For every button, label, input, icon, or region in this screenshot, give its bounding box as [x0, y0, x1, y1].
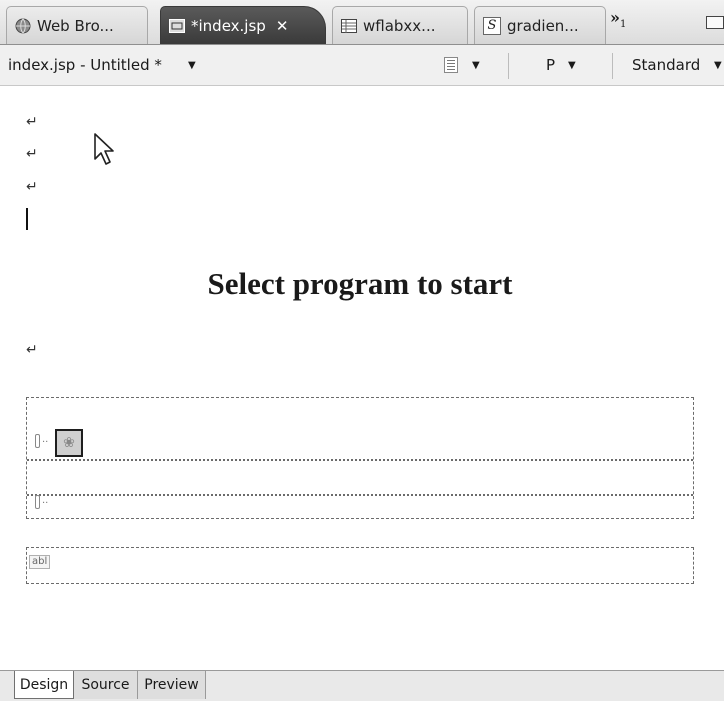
view-mode-select[interactable]: Standard — [632, 56, 700, 74]
text-input-placeholder[interactable]: abl — [29, 555, 51, 569]
s-file-icon: S — [483, 16, 501, 35]
document-title: index.jsp - Untitled * — [8, 56, 162, 74]
design-canvas[interactable]: ↵ ↵ ↵ Select program to start ↵ ·· ❀ ·· … — [0, 86, 724, 670]
tab-index-jsp[interactable]: *index.jsp ✕ — [160, 6, 326, 44]
maximize-icon[interactable] — [706, 16, 724, 29]
form-container[interactable]: ·· ❀ ·· — [26, 397, 694, 519]
chevron-down-icon[interactable]: ▼ — [472, 60, 480, 71]
tab-design[interactable]: Design — [14, 671, 74, 699]
overflow-count: 1 — [620, 19, 627, 31]
tab-label: gradien... — [507, 16, 579, 35]
tab-gradient[interactable]: S gradien... — [474, 6, 606, 44]
tab-preview[interactable]: Preview — [138, 671, 206, 699]
chevron-down-icon[interactable]: ▼ — [568, 60, 576, 71]
line-break-marker: ↵ — [26, 342, 38, 358]
chevron-down-icon[interactable]: ▼ — [188, 60, 196, 71]
overflow-icon: » — [610, 8, 620, 27]
image-placeholder-icon: ❀ — [63, 435, 75, 451]
row-divider — [27, 459, 693, 461]
table-file-icon — [341, 18, 357, 33]
close-icon[interactable]: ✕ — [276, 17, 289, 35]
line-break-marker: ↵ — [26, 146, 38, 162]
text-field-container[interactable]: abl — [26, 547, 694, 584]
chevron-down-icon[interactable]: ▼ — [714, 60, 722, 71]
tab-label: wflabxx... — [363, 16, 436, 35]
tab-wflabxx[interactable]: wflabxx... — [332, 6, 468, 44]
tab-label: *index.jsp — [191, 16, 266, 35]
jsp-tag-icon: ·· — [35, 495, 48, 509]
toolbar-separator — [612, 53, 613, 79]
jsp-file-icon — [169, 18, 185, 33]
text-cursor — [26, 208, 28, 230]
line-break-marker: ↵ — [26, 179, 38, 195]
editor-toolbar: index.jsp - Untitled * ▼ ▼ P ▼ Standard … — [0, 45, 724, 86]
page-mode-tabs: Design Source Preview — [0, 670, 724, 701]
paragraph-style-select[interactable]: P — [546, 56, 555, 74]
tab-overflow-button[interactable]: »1 — [610, 8, 626, 30]
editor-tab-bar: Web Bro... *index.jsp ✕ wflabxx... S gra… — [0, 0, 724, 45]
mouse-pointer-icon — [92, 132, 116, 170]
toolbar-separator — [508, 53, 509, 79]
tab-web-browser[interactable]: Web Bro... — [6, 6, 148, 44]
row-divider — [27, 494, 693, 496]
line-break-marker: ↵ — [26, 114, 38, 130]
page-heading: Select program to start — [207, 266, 513, 301]
paragraph-format-icon[interactable] — [444, 57, 458, 73]
globe-icon — [15, 18, 31, 34]
tab-source[interactable]: Source — [74, 671, 138, 699]
jsp-tag-icon: ·· — [35, 434, 48, 448]
tab-label: Web Bro... — [37, 16, 114, 35]
image-button-widget[interactable]: ❀ — [55, 429, 83, 457]
